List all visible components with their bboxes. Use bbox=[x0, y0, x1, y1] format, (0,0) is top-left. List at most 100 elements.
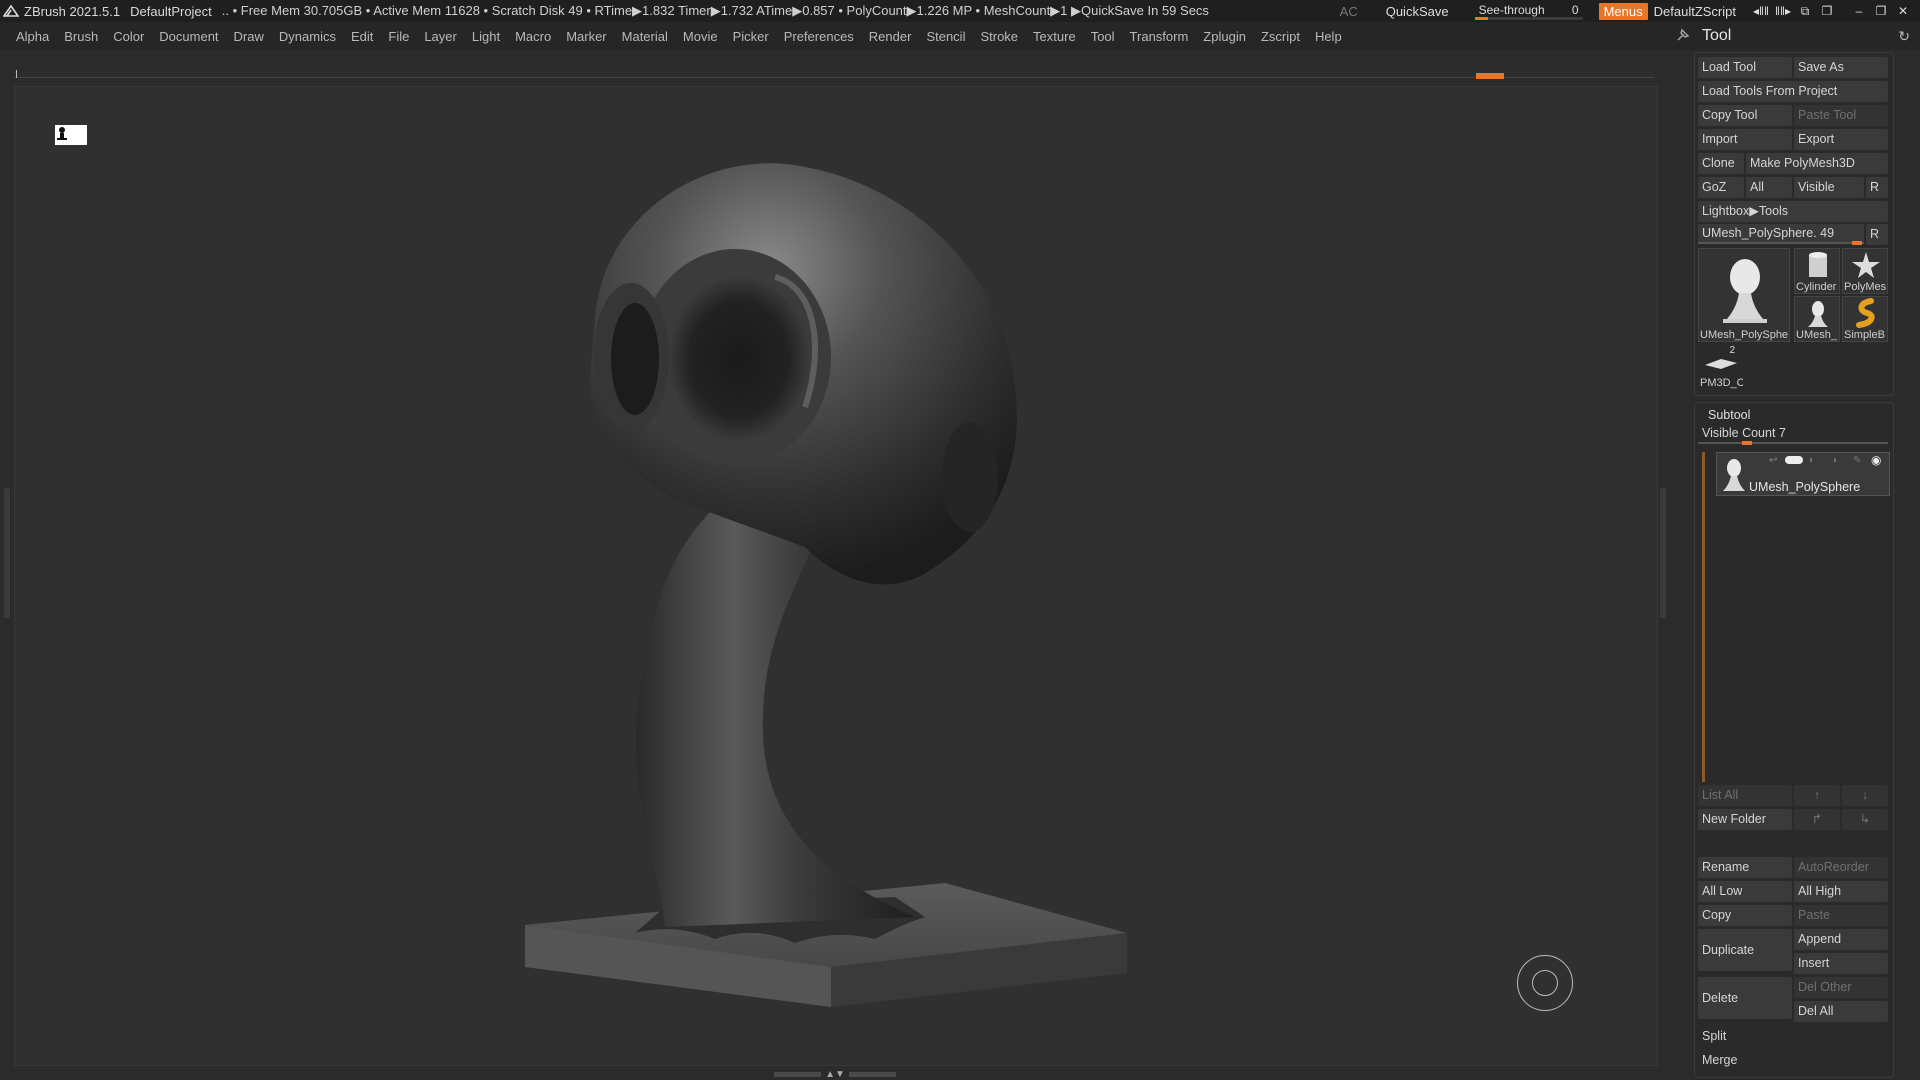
menu-zscript[interactable]: Zscript bbox=[1261, 29, 1300, 44]
window-tile-icon[interactable]: ⧉ bbox=[1794, 0, 1816, 22]
folder-insert-icon[interactable]: ↳ bbox=[1842, 809, 1888, 830]
menu-preferences[interactable]: Preferences bbox=[784, 29, 854, 44]
quicksave-button[interactable]: QuickSave bbox=[1386, 4, 1449, 19]
menu-tool[interactable]: Tool bbox=[1091, 29, 1115, 44]
import-button[interactable]: Import bbox=[1698, 129, 1792, 150]
lightbox-tools-button[interactable]: Lightbox▶Tools bbox=[1698, 201, 1888, 222]
subtool-material-icon[interactable]: ◑ bbox=[1831, 455, 1837, 466]
left-tray-handle[interactable] bbox=[4, 488, 10, 618]
rotate-gizmo-icon[interactable] bbox=[1517, 955, 1573, 1011]
goz-all-button[interactable]: All bbox=[1746, 177, 1792, 198]
subtool-title[interactable]: Subtool bbox=[1708, 408, 1750, 422]
split-section[interactable]: Split bbox=[1698, 1026, 1888, 1047]
menu-marker[interactable]: Marker bbox=[566, 29, 606, 44]
current-tool-r-button[interactable]: R bbox=[1866, 224, 1888, 245]
move-up-icon[interactable]: ↑ bbox=[1794, 785, 1840, 806]
subtool-arrow-icon[interactable]: ↩ bbox=[1769, 455, 1777, 466]
del-other-button[interactable]: Del Other bbox=[1794, 977, 1888, 998]
menu-alpha[interactable]: Alpha bbox=[16, 29, 49, 44]
ac-indicator[interactable]: AC bbox=[1340, 4, 1358, 19]
menu-zplugin[interactable]: Zplugin bbox=[1203, 29, 1246, 44]
eye-icon[interactable]: ◉ bbox=[1871, 453, 1881, 467]
tool-thumb-umesh-polysphere[interactable]: UMesh_PolySphe bbox=[1698, 248, 1790, 342]
append-button[interactable]: Append bbox=[1794, 929, 1888, 950]
tool-thumb-simplebrush[interactable]: SimpleB bbox=[1842, 296, 1888, 342]
menu-macro[interactable]: Macro bbox=[515, 29, 551, 44]
menu-brush[interactable]: Brush bbox=[64, 29, 98, 44]
refresh-icon[interactable]: ↻ bbox=[1898, 28, 1910, 45]
menu-material[interactable]: Material bbox=[622, 29, 668, 44]
new-folder-button[interactable]: New Folder bbox=[1698, 809, 1792, 830]
load-tools-from-project-button[interactable]: Load Tools From Project bbox=[1698, 81, 1888, 102]
menus-toggle[interactable]: Menus bbox=[1598, 2, 1648, 20]
visible-count-slider[interactable]: Visible Count 7 bbox=[1698, 424, 1888, 445]
layout-left-icon[interactable]: ◂‖‖ bbox=[1750, 0, 1772, 22]
minimize-icon[interactable]: – bbox=[1848, 0, 1870, 22]
perspective-icon[interactable] bbox=[55, 125, 87, 145]
folder-move-icon[interactable]: ↱ bbox=[1794, 809, 1840, 830]
merge-section[interactable]: Merge bbox=[1698, 1050, 1888, 1071]
subtool-toggle-icon[interactable] bbox=[1785, 456, 1803, 464]
all-high-button[interactable]: All High bbox=[1794, 881, 1888, 902]
menu-dynamics[interactable]: Dynamics bbox=[279, 29, 336, 44]
menu-stencil[interactable]: Stencil bbox=[926, 29, 965, 44]
goz-visible-button[interactable]: Visible bbox=[1794, 177, 1864, 198]
menu-draw[interactable]: Draw bbox=[234, 29, 264, 44]
menu-file[interactable]: File bbox=[388, 29, 409, 44]
menu-transform[interactable]: Transform bbox=[1130, 29, 1189, 44]
subtool-brush-icon[interactable]: ✎ bbox=[1853, 455, 1861, 466]
expand-arrow-icon[interactable]: ▲▼ bbox=[825, 1069, 845, 1080]
tool-thumb-pm3d[interactable]: 2 PM3D_C bbox=[1698, 344, 1744, 390]
menu-stroke[interactable]: Stroke bbox=[980, 29, 1018, 44]
close-icon[interactable]: ✕ bbox=[1892, 0, 1914, 22]
subtool-scrollbar[interactable] bbox=[1702, 452, 1705, 782]
subtool-polypaint-icon[interactable]: ◐ bbox=[1809, 455, 1815, 466]
timeline-ruler[interactable] bbox=[14, 70, 1654, 79]
default-zscript-button[interactable]: DefaultZScript bbox=[1654, 4, 1736, 19]
window-cascade-icon[interactable]: ❐ bbox=[1816, 0, 1838, 22]
paste-tool-button[interactable]: Paste Tool bbox=[1794, 105, 1888, 126]
right-tray-handle[interactable] bbox=[1660, 488, 1666, 618]
menu-picker[interactable]: Picker bbox=[733, 29, 769, 44]
goz-r-button[interactable]: R bbox=[1866, 177, 1888, 198]
menu-movie[interactable]: Movie bbox=[683, 29, 718, 44]
move-down-icon[interactable]: ↓ bbox=[1842, 785, 1888, 806]
export-button[interactable]: Export bbox=[1794, 129, 1888, 150]
bottom-tray-handle[interactable]: ▲▼ bbox=[770, 1069, 900, 1080]
del-all-button[interactable]: Del All bbox=[1794, 1001, 1888, 1022]
insert-button[interactable]: Insert bbox=[1794, 953, 1888, 974]
current-tool-slider[interactable]: UMesh_PolySphere. 49 bbox=[1698, 224, 1864, 245]
save-as-button[interactable]: Save As bbox=[1794, 57, 1888, 78]
all-low-button[interactable]: All Low bbox=[1698, 881, 1792, 902]
tool-thumb-polymesh[interactable]: PolyMes bbox=[1842, 248, 1888, 294]
pin-icon[interactable] bbox=[1676, 28, 1696, 45]
see-through-slider[interactable]: See-through 0 bbox=[1474, 2, 1583, 20]
menu-light[interactable]: Light bbox=[472, 29, 500, 44]
copy-tool-button[interactable]: Copy Tool bbox=[1698, 105, 1792, 126]
delete-button[interactable]: Delete bbox=[1698, 977, 1792, 1019]
menu-texture[interactable]: Texture bbox=[1033, 29, 1076, 44]
menu-document[interactable]: Document bbox=[159, 29, 218, 44]
ruler-marker[interactable] bbox=[1476, 73, 1504, 79]
layout-right-icon[interactable]: ‖‖▸ bbox=[1772, 0, 1794, 22]
goz-button[interactable]: GoZ bbox=[1698, 177, 1744, 198]
copy-subtool-button[interactable]: Copy bbox=[1698, 905, 1792, 926]
tool-thumb-cylinder[interactable]: Cylinder bbox=[1794, 248, 1840, 294]
autoreorder-button[interactable]: AutoReorder bbox=[1794, 857, 1888, 878]
tool-thumb-umesh-small[interactable]: UMesh_ bbox=[1794, 296, 1840, 342]
subtool-item[interactable]: ↩ ◐ ◑ ✎ ◉ UMesh_PolySphere bbox=[1716, 452, 1890, 496]
duplicate-button[interactable]: Duplicate bbox=[1698, 929, 1792, 971]
menu-render[interactable]: Render bbox=[869, 29, 912, 44]
menu-help[interactable]: Help bbox=[1315, 29, 1342, 44]
load-tool-button[interactable]: Load Tool bbox=[1698, 57, 1792, 78]
menu-color[interactable]: Color bbox=[113, 29, 144, 44]
restore-icon[interactable]: ❐ bbox=[1870, 0, 1892, 22]
menu-edit[interactable]: Edit bbox=[351, 29, 373, 44]
list-all-button[interactable]: List All bbox=[1698, 785, 1792, 806]
paste-subtool-button[interactable]: Paste bbox=[1794, 905, 1888, 926]
clone-button[interactable]: Clone bbox=[1698, 153, 1744, 174]
rename-button[interactable]: Rename bbox=[1698, 857, 1792, 878]
menu-layer[interactable]: Layer bbox=[424, 29, 457, 44]
document-canvas[interactable] bbox=[14, 86, 1658, 1066]
make-polymesh3d-button[interactable]: Make PolyMesh3D bbox=[1746, 153, 1888, 174]
